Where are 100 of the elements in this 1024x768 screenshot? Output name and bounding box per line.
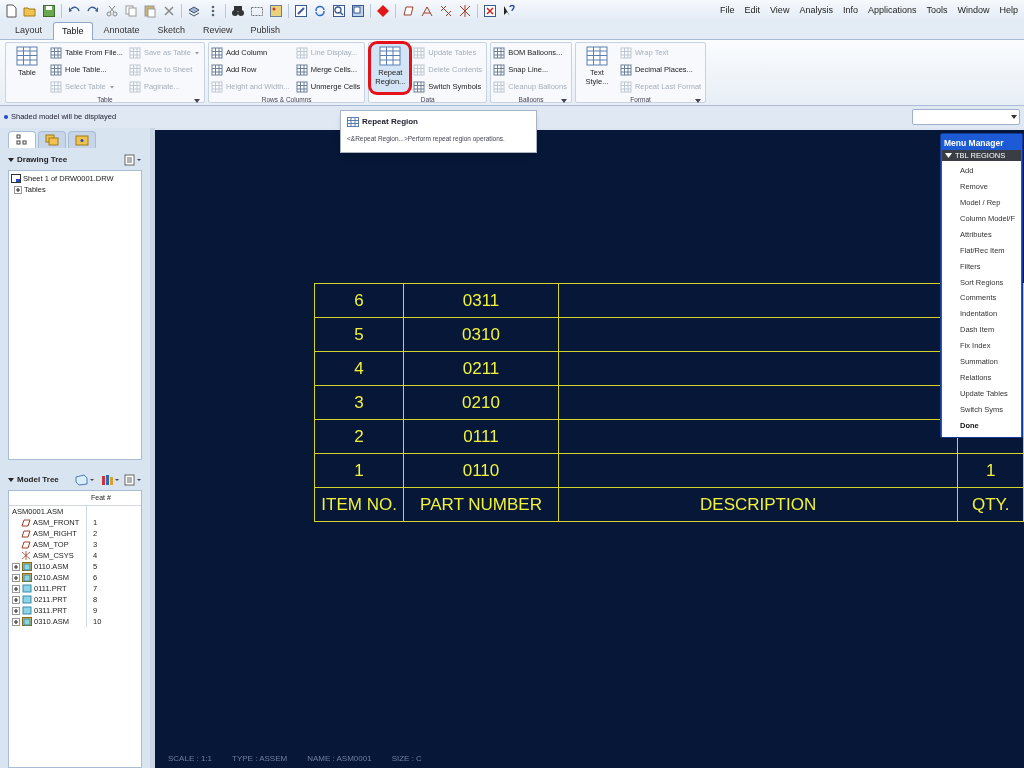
expand-tree-icon[interactable] [14,185,22,194]
column-header: ITEM NO. [321,494,397,514]
list-settings-icon[interactable] [124,154,142,166]
menu-item[interactable]: Edit [744,3,761,18]
cross-marks-icon[interactable] [439,3,453,18]
table-cell: 1 [354,460,364,480]
table-cell: 0311 [462,290,500,310]
column-header: PART NUMBER [420,494,542,514]
expand-tree-icon[interactable] [12,606,20,615]
grid-icon [493,46,506,59]
status-text: TYPE : ASSEM [232,753,288,765]
expand-tree-icon[interactable] [12,617,20,626]
tab[interactable]: Table [53,22,93,40]
expand-tree-icon[interactable] [12,573,20,582]
image-icon[interactable] [269,3,283,18]
panel-title: Drawing Tree [17,154,68,166]
bullet-icon [4,115,8,119]
cross-lines-icon[interactable] [458,3,472,18]
status-text: SIZE : C [391,753,422,765]
grid-icon [16,46,38,66]
grid-icon [210,63,223,76]
collapse-icon[interactable] [8,157,14,163]
table-cell: 0310 [462,324,500,344]
table-cell: 5 [354,324,364,344]
table-cell: 0111 [463,426,499,446]
grid-icon [210,46,223,59]
collapse-icon[interactable] [8,477,14,483]
grid-icon [619,63,632,76]
tab[interactable]: Publish [243,22,288,39]
tab[interactable]: Sketch [150,22,193,39]
menu-item[interactable]: Analysis [799,3,833,18]
grid-icon [493,63,506,76]
coordinate-system-icon [21,551,31,560]
delete-icon[interactable] [162,3,176,18]
grid-icon [347,117,359,127]
table-cell: 3 [354,392,364,412]
sheet-icon [11,174,21,183]
grid-icon [50,46,62,59]
column-header: QTY. [972,494,1010,514]
paste-icon[interactable] [143,3,157,18]
save-icon[interactable] [42,3,56,18]
menu-item[interactable]: Window [957,3,990,18]
expand-tree-icon[interactable] [12,562,20,571]
menu-item[interactable]: View [770,3,790,18]
table-cell: 0210 [462,392,500,412]
model-display-icon[interactable] [74,474,96,486]
launcher-icon[interactable] [193,98,200,104]
grid-icon [379,46,402,66]
grid-icon [50,80,62,93]
grid-icon [493,80,506,93]
new-document-icon[interactable] [4,3,18,18]
display-style-icon[interactable] [351,3,365,18]
settings-tools-icon[interactable] [100,474,120,486]
menu-item[interactable]: Applications [867,3,917,18]
grid-icon [619,46,632,59]
grid-icon [413,63,426,76]
grid-icon [413,80,426,93]
tree-icon [16,134,28,146]
binoculars-icon[interactable] [231,3,245,18]
grid-icon [128,63,141,76]
menu-item[interactable]: Help [999,3,1018,18]
tab[interactable]: Review [196,22,240,39]
table-cell: 0110 [462,460,500,480]
panel-tab[interactable] [8,131,36,148]
caret-icon [1011,114,1017,120]
expand-tree-icon[interactable] [12,584,20,593]
launcher-icon[interactable] [695,98,702,104]
tab[interactable]: Annotate [96,22,147,39]
menu-item[interactable]: Tools [926,3,948,18]
status-text: SCALE : 1:1 [168,753,213,765]
launcher-icon[interactable] [560,98,567,104]
list-settings-icon[interactable] [124,474,142,486]
help-pointer-icon[interactable] [502,3,516,18]
zoom-icon[interactable] [332,3,346,18]
folders-icon [45,134,59,146]
menu-manager-title: Menu Manager [943,136,1005,150]
menu-item[interactable]: File [720,3,735,18]
grid-icon [50,63,62,76]
close-window-icon[interactable] [483,3,497,18]
diamond-icon[interactable] [376,3,390,18]
table-cell: 0211 [462,358,500,378]
table-cell: 4 [354,358,364,378]
tab[interactable]: Layout [8,22,50,39]
assembly-icon [22,617,32,626]
tooltip-title: Repeat Region [362,116,418,128]
grid-icon [295,46,308,59]
grid-icon [295,63,308,76]
column-header: DESCRIPTION [700,494,817,514]
expand-tree-icon[interactable] [12,595,20,604]
refresh-icon[interactable] [313,3,327,18]
grid-icon [619,80,632,93]
grid-icon [295,80,308,93]
grid-icon [210,80,223,93]
grid-icon [413,46,426,59]
grid-icon [585,46,608,66]
menu-item[interactable]: Info [842,3,858,18]
pencil-sheet-icon[interactable] [294,3,308,18]
table-cell: 6 [354,290,364,310]
table-cell: 1 [986,460,996,480]
folder-icon [75,134,89,146]
